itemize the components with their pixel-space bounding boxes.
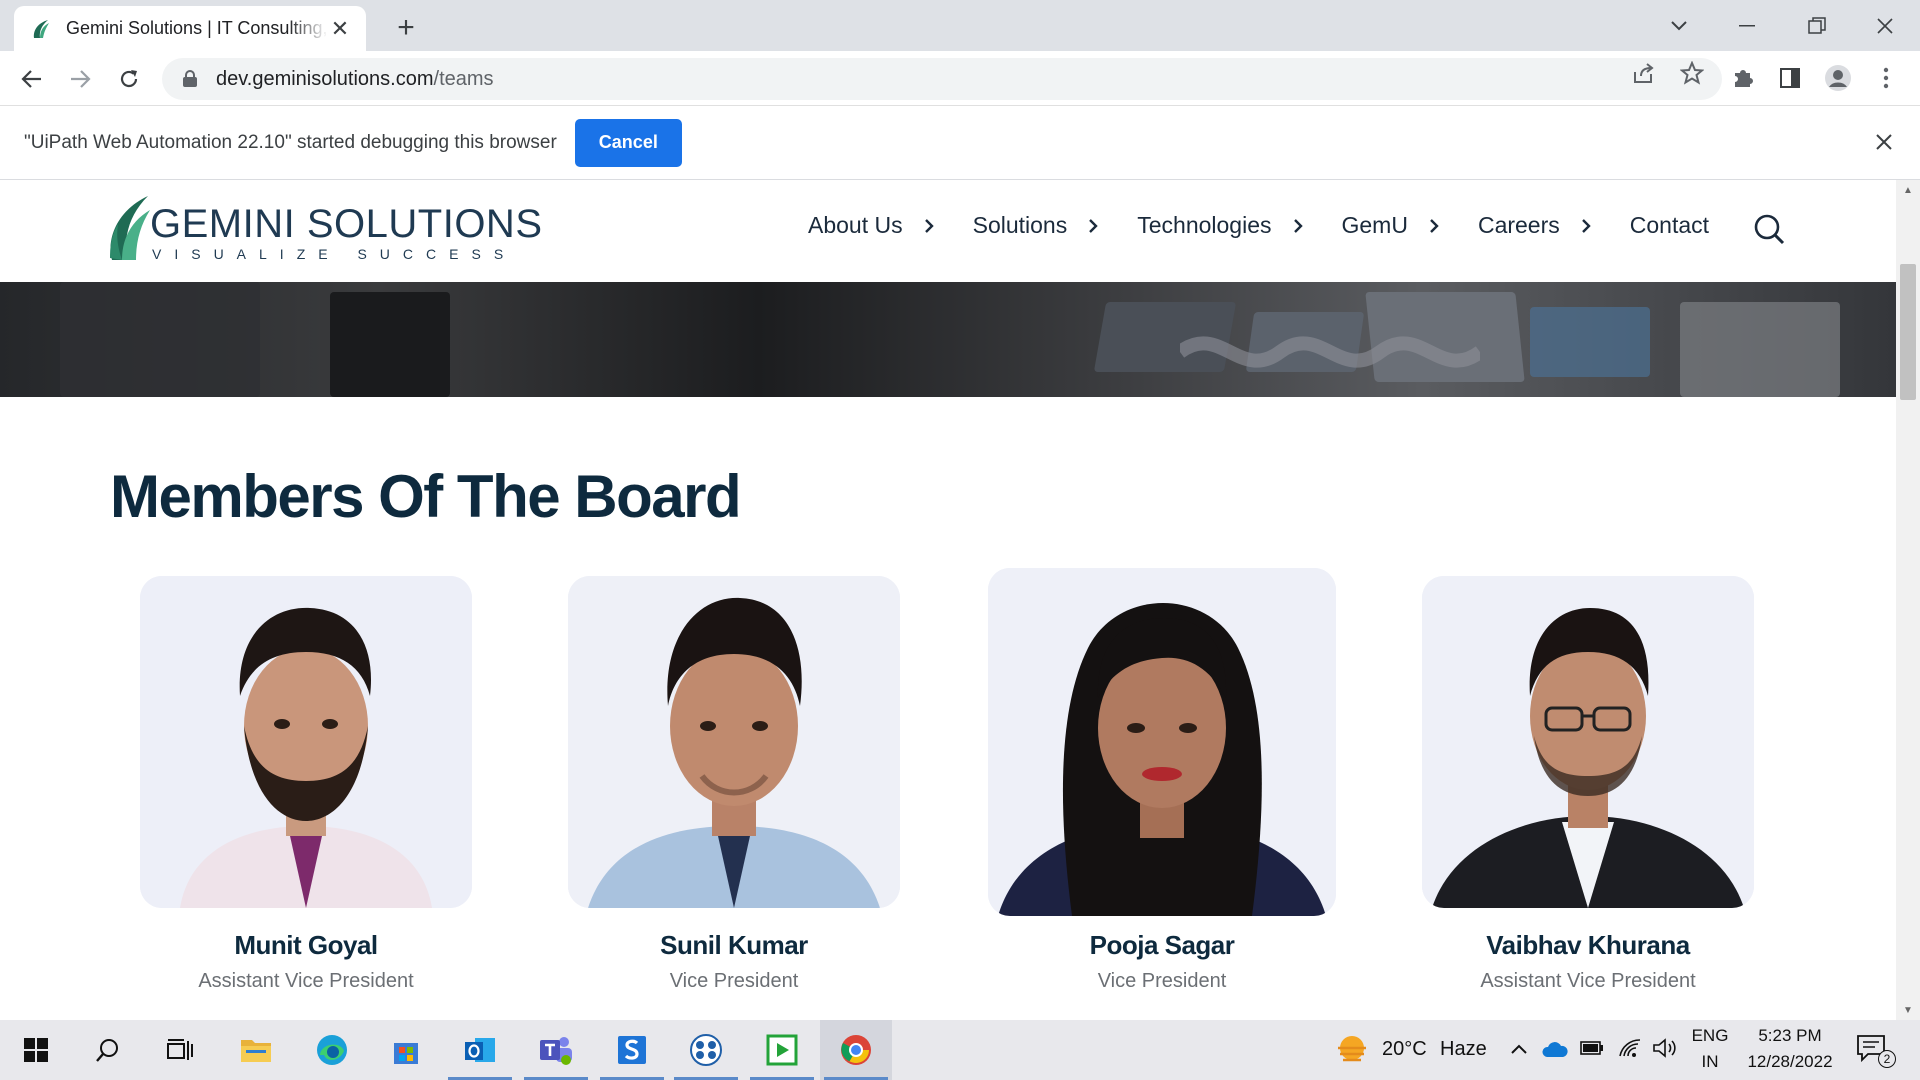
- lock-icon: [183, 70, 197, 87]
- chrome-icon[interactable]: [820, 1020, 892, 1080]
- scrollbar-thumb[interactable]: [1900, 264, 1916, 400]
- nav-item-solutions[interactable]: Solutions: [973, 212, 1100, 239]
- chevron-right-icon: [1293, 218, 1303, 233]
- reload-icon[interactable]: [113, 63, 145, 95]
- clock-date[interactable]: 12/28/2022: [1738, 1052, 1842, 1072]
- close-window-icon[interactable]: [1860, 8, 1910, 44]
- infobar-close-icon[interactable]: [1872, 130, 1896, 154]
- member-role: Assistant Vice President: [198, 970, 414, 992]
- page-scrollbar[interactable]: ▲ ▼: [1896, 180, 1920, 1020]
- chevron-right-icon: [924, 218, 934, 233]
- debugging-message: "UiPath Web Automation 22.10" started de…: [24, 131, 557, 153]
- logo-tagline: VISUALIZE SUCCESS: [152, 246, 517, 262]
- show-hidden-icons-chevron-icon[interactable]: [1510, 1042, 1528, 1060]
- gemini-leaf-logo-icon: [110, 196, 150, 260]
- member-name: Pooja Sagar: [1089, 930, 1235, 960]
- wifi-icon[interactable]: [1618, 1038, 1642, 1063]
- windows-taskbar: 20°C Haze ENG IN 5:23 PM 12/28/2022 2: [0, 1020, 1920, 1080]
- taskbar-search-icon[interactable]: [72, 1020, 144, 1080]
- nav-item-technologies[interactable]: Technologies: [1137, 212, 1303, 239]
- nav-item-about-us[interactable]: About Us: [808, 212, 935, 239]
- back-arrow-icon[interactable]: [16, 63, 48, 95]
- new-tab-button[interactable]: +: [390, 11, 422, 44]
- member-photo: [1422, 576, 1754, 908]
- skype-for-business-icon[interactable]: [596, 1020, 668, 1080]
- member-name: Vaibhav Khurana: [1486, 930, 1690, 960]
- file-explorer-icon[interactable]: [220, 1020, 292, 1080]
- nav-item-contact[interactable]: Contact: [1630, 212, 1709, 239]
- restore-window-icon[interactable]: [1792, 8, 1842, 44]
- edge-browser-icon[interactable]: [296, 1020, 368, 1080]
- chevron-right-icon: [1089, 218, 1098, 233]
- board-section-title: Members Of The Board: [110, 463, 742, 530]
- teams-icon[interactable]: [520, 1020, 592, 1080]
- board-member-card[interactable]: Vaibhav Khurana Assistant Vice President: [1422, 576, 1754, 996]
- cancel-debugging-button[interactable]: Cancel: [574, 118, 682, 167]
- tab-search-chevron-icon[interactable]: [1654, 8, 1704, 44]
- chrome-menu-icon[interactable]: [1872, 64, 1900, 92]
- scroll-up-arrow-icon[interactable]: ▲: [1902, 184, 1914, 196]
- member-role: Assistant Vice President: [1480, 970, 1696, 992]
- nav-item-careers[interactable]: Careers: [1478, 212, 1592, 239]
- windows-start-icon[interactable]: [0, 1020, 72, 1080]
- tab-title: Gemini Solutions | IT Consulting, Softwa…: [66, 18, 328, 38]
- weather-haze-icon[interactable]: [1334, 1032, 1370, 1073]
- weather-description: Haze: [1440, 1038, 1487, 1060]
- clock-time[interactable]: 5:23 PM: [1738, 1026, 1842, 1046]
- side-panel-icon[interactable]: [1776, 64, 1804, 92]
- hero-banner-image: [0, 282, 1896, 397]
- page-viewport: GEMINI SOLUTIONS VISUALIZE SUCCESS About…: [0, 180, 1920, 1020]
- microsoft-store-icon[interactable]: [370, 1020, 442, 1080]
- member-name: Sunil Kumar: [660, 930, 808, 960]
- member-role: Vice President: [1097, 970, 1227, 992]
- volume-speaker-icon[interactable]: [1652, 1038, 1678, 1063]
- weather-temperature: 20°C: [1382, 1038, 1427, 1060]
- uipath-studio-icon[interactable]: [746, 1020, 818, 1080]
- site-header: GEMINI SOLUTIONS VISUALIZE SUCCESS About…: [0, 180, 1896, 282]
- gemini-solutions-logo[interactable]: GEMINI SOLUTIONS VISUALIZE SUCCESS: [108, 194, 542, 266]
- board-member-card[interactable]: Munit Goyal Assistant Vice President: [140, 576, 472, 996]
- minimize-window-icon[interactable]: [1722, 8, 1772, 44]
- nav-item-gemu[interactable]: GemU: [1342, 212, 1440, 239]
- member-photo: [568, 576, 900, 908]
- share-icon[interactable]: [1630, 59, 1658, 87]
- gemini-favicon-icon: [33, 19, 49, 38]
- board-member-card[interactable]: Sunil Kumar Vice President: [568, 576, 900, 996]
- browser-toolbar: dev.geminisolutions.com/teams: [0, 51, 1920, 106]
- url-text: dev.geminisolutions.com/teams: [216, 67, 494, 90]
- scroll-down-arrow-icon[interactable]: ▼: [1902, 1004, 1914, 1016]
- input-region[interactable]: IN: [1688, 1052, 1732, 1072]
- input-language[interactable]: ENG: [1688, 1026, 1732, 1046]
- board-member-card[interactable]: Pooja Sagar Vice President: [988, 568, 1336, 996]
- member-role: Vice President: [669, 970, 799, 992]
- notification-count-badge: 2: [1878, 1050, 1896, 1068]
- chevron-right-icon: [1430, 218, 1439, 233]
- logo-wordmark: GEMINI SOLUTIONS: [150, 202, 543, 246]
- task-view-icon[interactable]: [144, 1020, 216, 1080]
- onedrive-cloud-icon[interactable]: [1542, 1040, 1568, 1063]
- member-photo: [140, 576, 472, 908]
- member-photo: [988, 568, 1336, 916]
- search-icon[interactable]: [1752, 212, 1786, 246]
- browser-tab[interactable]: Gemini Solutions | IT Consulting, Softwa…: [14, 6, 366, 51]
- forward-arrow-icon[interactable]: [64, 63, 96, 95]
- battery-icon[interactable]: [1580, 1040, 1604, 1061]
- bookmark-star-icon[interactable]: [1678, 59, 1706, 87]
- debugging-infobar: "UiPath Web Automation 22.10" started de…: [0, 106, 1920, 180]
- outlook-icon[interactable]: [444, 1020, 516, 1080]
- notification-center-icon[interactable]: 2: [1856, 1034, 1896, 1068]
- chevron-right-icon: [1581, 218, 1591, 233]
- tab-close-icon[interactable]: ✕: [328, 16, 352, 41]
- profile-avatar-icon[interactable]: [1824, 64, 1852, 92]
- uipath-assistant-icon[interactable]: [670, 1020, 742, 1080]
- browser-tab-strip: Gemini Solutions | IT Consulting, Softwa…: [0, 0, 1920, 51]
- extensions-puzzle-icon[interactable]: [1729, 64, 1757, 92]
- address-bar[interactable]: dev.geminisolutions.com/teams: [162, 58, 1722, 100]
- member-name: Munit Goyal: [234, 930, 378, 960]
- main-navigation: About Us Solutions Technologies GemU Car…: [808, 212, 1747, 239]
